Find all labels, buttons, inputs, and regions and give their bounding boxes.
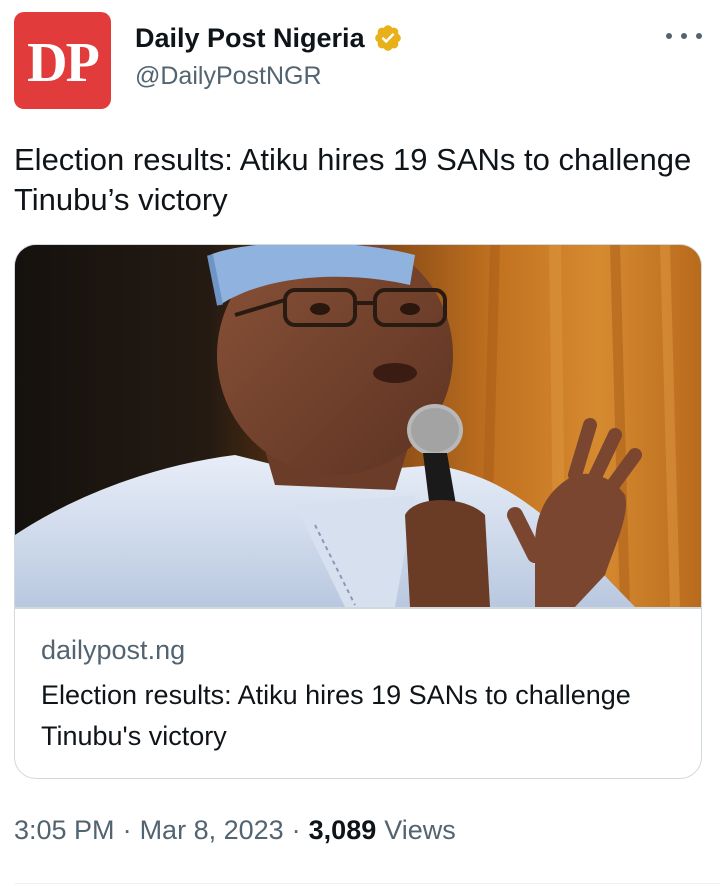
tweet-date[interactable]: Mar 8, 2023 — [140, 815, 284, 846]
more-dot-icon — [666, 33, 672, 39]
tweet-meta: 3:05 PM · Mar 8, 2023 · 3,089 Views — [14, 815, 456, 846]
handle[interactable]: @DailyPostNGR — [135, 62, 403, 91]
meta-separator: · — [122, 815, 132, 845]
speaker-photo-icon — [15, 245, 701, 607]
views-label[interactable]: Views — [384, 815, 456, 846]
link-preview-card[interactable]: dailypost.ng Election results: Atiku hir… — [14, 244, 702, 779]
name-row: Daily Post Nigeria — [135, 18, 403, 58]
tweet-header: DP Daily Post Nigeria @DailyPostNGR — [14, 12, 706, 112]
avatar[interactable]: DP — [14, 12, 111, 109]
divider — [14, 883, 720, 884]
verified-badge-icon — [373, 23, 403, 53]
tweet-time[interactable]: 3:05 PM — [14, 815, 115, 846]
card-image[interactable] — [15, 245, 701, 607]
views-count[interactable]: 3,089 — [309, 815, 377, 846]
meta-separator: · — [291, 815, 301, 845]
card-title[interactable]: Election results: Atiku hires 19 SANs to… — [41, 675, 661, 757]
more-dot-icon — [681, 33, 687, 39]
tweet-text: Election results: Atiku hires 19 SANs to… — [14, 142, 692, 217]
avatar-logo-text: DP — [27, 31, 100, 94]
display-name[interactable]: Daily Post Nigeria — [135, 24, 365, 52]
card-divider — [15, 607, 701, 609]
account-info: Daily Post Nigeria @DailyPostNGR — [135, 18, 403, 91]
card-domain[interactable]: dailypost.ng — [41, 635, 185, 666]
more-dot-icon — [696, 33, 702, 39]
more-options-button[interactable] — [666, 26, 702, 46]
